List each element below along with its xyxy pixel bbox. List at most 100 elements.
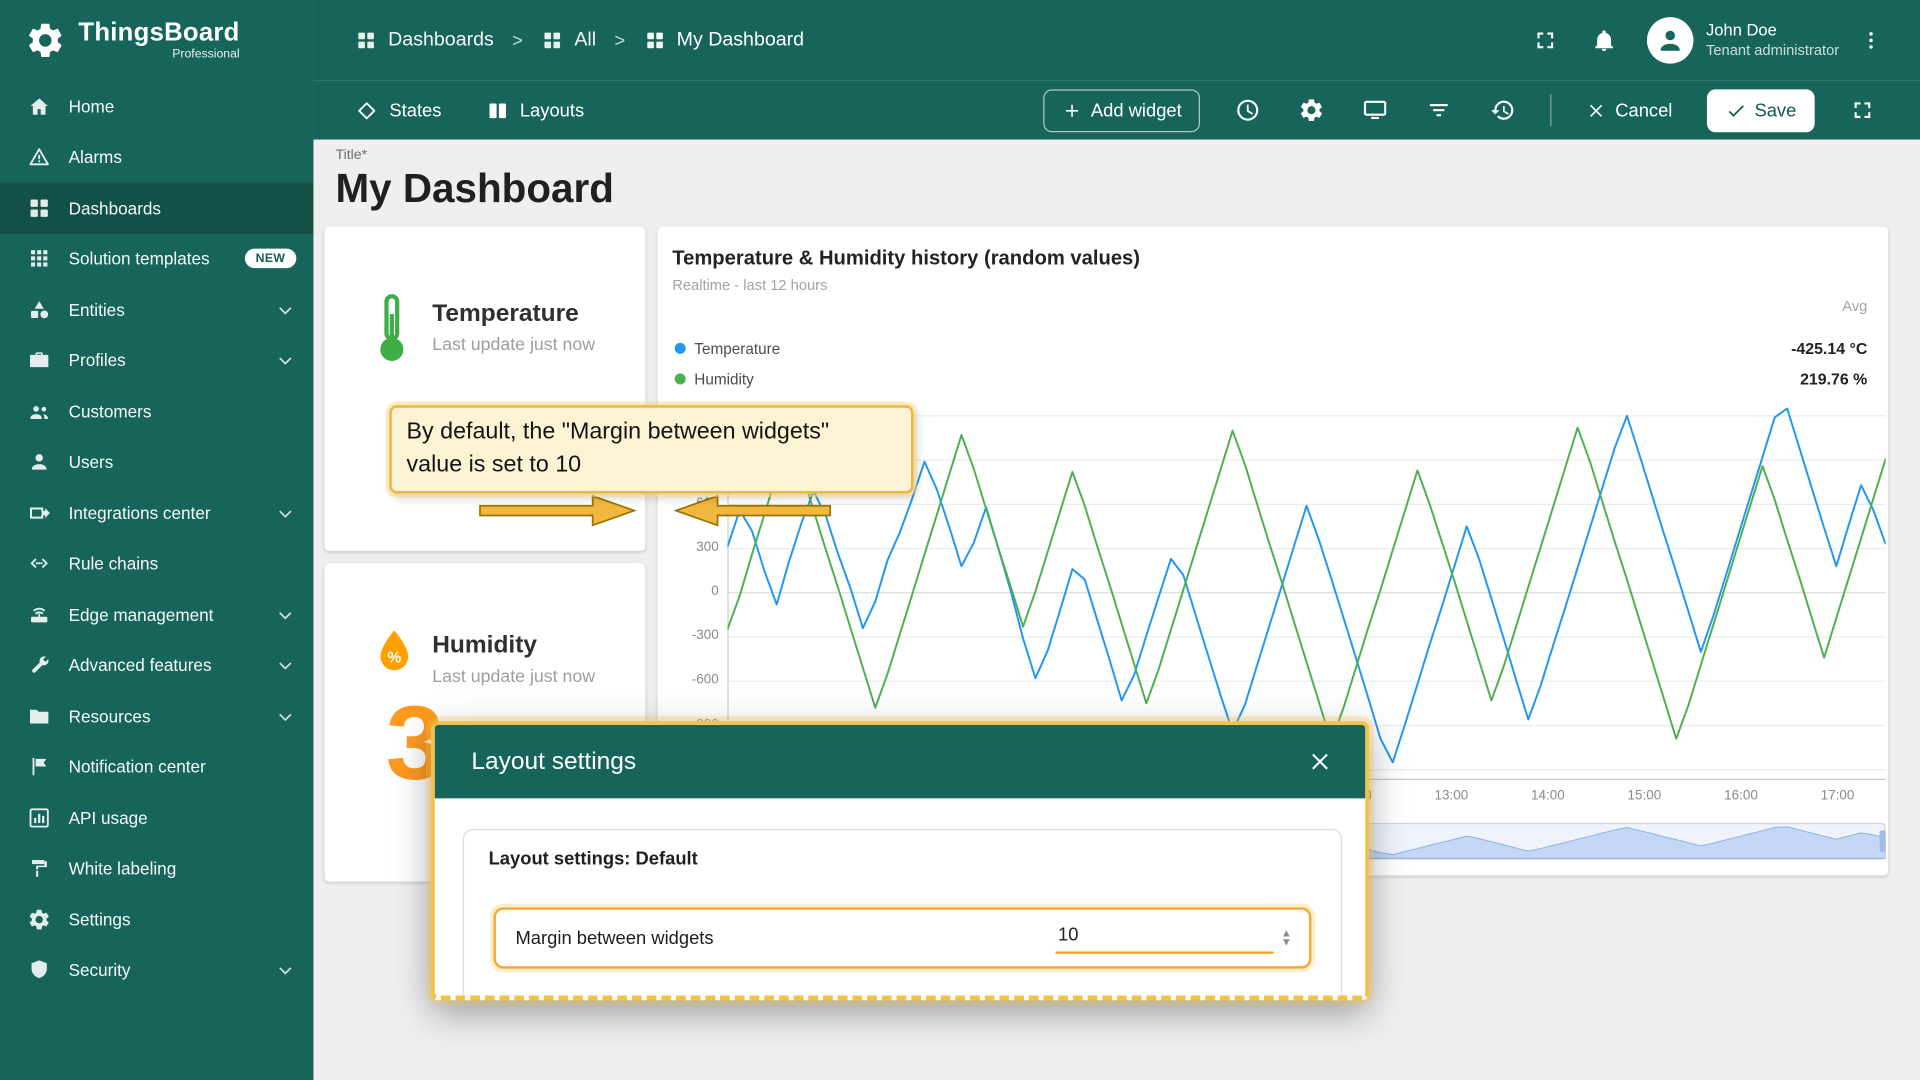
version-control-icon[interactable] [1489, 97, 1516, 124]
dialog-title: Layout settings [471, 747, 637, 775]
sidebar: ThingsBoard Professional Home Alarms Dashb… [0, 0, 314, 1080]
margin-value-input[interactable] [1055, 922, 1274, 954]
add-widget-button[interactable]: Add widget [1043, 88, 1201, 132]
new-badge: NEW [244, 248, 297, 269]
briefcase-icon [27, 348, 51, 372]
legend-dot [674, 342, 686, 354]
dialog-close-icon[interactable] [1307, 748, 1334, 775]
sidebar-menu: Home Alarms Dashboards Solution templates NE… [0, 81, 314, 996]
cancel-button[interactable]: Cancel [1586, 100, 1672, 121]
integration-icon [27, 501, 51, 525]
sidebar-item-rule-chains[interactable]: Rule chains [0, 538, 313, 589]
layouts-button[interactable]: Layouts [486, 99, 584, 122]
tooltip-line1: By default, the "Margin between widgets" [406, 418, 830, 445]
user-info[interactable]: John Doe Tenant administrator [1706, 21, 1839, 60]
sidebar-item-security[interactable]: Security [0, 945, 313, 996]
sidebar-item-entities[interactable]: Entities [0, 284, 313, 335]
sidebar-item-api-usage[interactable]: API usage [0, 792, 313, 843]
humidity-drop-icon: % [373, 624, 415, 683]
timewindow-icon[interactable] [1234, 97, 1261, 124]
dashboard-settings-icon[interactable] [1298, 97, 1325, 124]
filters-icon[interactable] [1425, 97, 1452, 124]
chevron-down-icon [274, 705, 296, 727]
widget-subtitle: Last update just now [432, 335, 596, 356]
legend-item-temperature[interactable]: Temperature [674, 333, 781, 364]
chevron-down-icon [274, 603, 296, 625]
legend-item-humidity[interactable]: Humidity [674, 364, 781, 395]
user-name: John Doe [1706, 20, 1777, 40]
page-title[interactable]: My Dashboard [336, 165, 614, 212]
sidebar-item-settings[interactable]: Settings [0, 894, 313, 945]
sidebar-item-label: Advanced features [68, 655, 212, 676]
apps-icon [27, 246, 51, 270]
sidebar-item-profiles[interactable]: Profiles [0, 335, 313, 386]
add-widget-label: Add widget [1090, 99, 1182, 121]
plus-icon [1061, 100, 1082, 121]
entity-aliases-icon[interactable] [1362, 97, 1389, 124]
legend-dot [674, 373, 686, 385]
sidebar-item-notification-center[interactable]: Notification center [0, 741, 313, 792]
avg-value-humidity: 219.76 % [1800, 369, 1868, 389]
sidebar-item-white-labeling[interactable]: White labeling [0, 843, 313, 894]
layout-settings-form: Layout settings: Default Margin between … [462, 828, 1343, 996]
expand-dashboard-icon[interactable] [1849, 97, 1876, 124]
x-tick-label: 16:00 [1724, 788, 1758, 804]
legend-label: Temperature [694, 339, 781, 357]
sidebar-item-label: Entities [68, 299, 125, 320]
top-header: Dashboards > All > My Dashboard John Doe… [313, 0, 1920, 81]
breadcrumb-label: All [574, 29, 597, 51]
thermometer-icon [373, 293, 410, 364]
sidebar-item-integrations-center[interactable]: Integrations center [0, 487, 313, 538]
paint-icon [27, 856, 51, 880]
sidebar-item-users[interactable]: Users [0, 437, 313, 488]
avg-value-temperature: -425.14 °C [1791, 339, 1868, 358]
thingsboard-logo-icon [24, 20, 66, 62]
dashboard-canvas: Title* My Dashboard Temperature Last upd… [313, 139, 1920, 1080]
sidebar-item-alarms[interactable]: Alarms [0, 132, 313, 183]
widget-title: Temperature [432, 300, 579, 327]
field-label: Margin between widgets [515, 927, 714, 949]
chevron-down-icon [274, 959, 296, 981]
breadcrumb-dashboards[interactable]: Dashboards [355, 29, 494, 51]
sidebar-item-edge-management[interactable]: Edge management [0, 589, 313, 640]
save-label: Save [1754, 99, 1797, 121]
chevron-down-icon [274, 298, 296, 320]
x-tick-label: 15:00 [1627, 788, 1662, 804]
states-icon [355, 99, 378, 122]
number-stepper[interactable]: ▲ ▼ [1281, 928, 1292, 948]
user-role: Tenant administrator [1706, 41, 1840, 59]
breadcrumb-separator: > [614, 30, 626, 51]
sidebar-item-home[interactable]: Home [0, 81, 313, 132]
breadcrumb-all[interactable]: All [541, 29, 596, 51]
sidebar-item-label: Rule chains [68, 553, 159, 574]
sidebar-item-label: Integrations center [68, 502, 211, 523]
app-logo[interactable]: ThingsBoard Professional [0, 0, 313, 81]
notifications-icon[interactable] [1591, 27, 1618, 54]
sidebar-item-label: Resources [68, 706, 151, 726]
fullscreen-icon[interactable] [1532, 27, 1559, 54]
sidebar-item-advanced-features[interactable]: Advanced features [0, 640, 313, 691]
breadcrumb-label: My Dashboard [676, 29, 805, 51]
widget-title: Humidity [432, 631, 538, 659]
sidebar-item-label: Customers [68, 401, 152, 421]
margin-annotation-tooltip: By default, the "Margin between widgets"… [389, 405, 914, 494]
breadcrumb-separator: > [512, 30, 523, 51]
avatar[interactable] [1647, 17, 1694, 64]
states-button[interactable]: States [355, 99, 441, 122]
more-menu-icon[interactable] [1859, 27, 1883, 54]
sidebar-item-dashboards[interactable]: Dashboards [0, 182, 314, 234]
svg-text:%: % [387, 650, 401, 667]
rulechain-icon [27, 551, 51, 575]
sidebar-item-customers[interactable]: Customers [0, 386, 313, 437]
save-button[interactable]: Save [1706, 88, 1815, 132]
dashboards-icon [355, 29, 377, 51]
sidebar-item-solution-templates[interactable]: Solution templates NEW [0, 233, 313, 284]
layouts-icon [486, 99, 509, 122]
sidebar-item-resources[interactable]: Resources [0, 691, 313, 742]
category-icon [27, 297, 51, 321]
breadcrumb-my-dashboard[interactable]: My Dashboard [644, 29, 804, 51]
y-tick-label: -300 [691, 628, 719, 644]
sidebar-item-label: Alarms [68, 147, 122, 167]
person-icon [1655, 24, 1687, 56]
x-tick-label: 17:00 [1820, 788, 1855, 804]
